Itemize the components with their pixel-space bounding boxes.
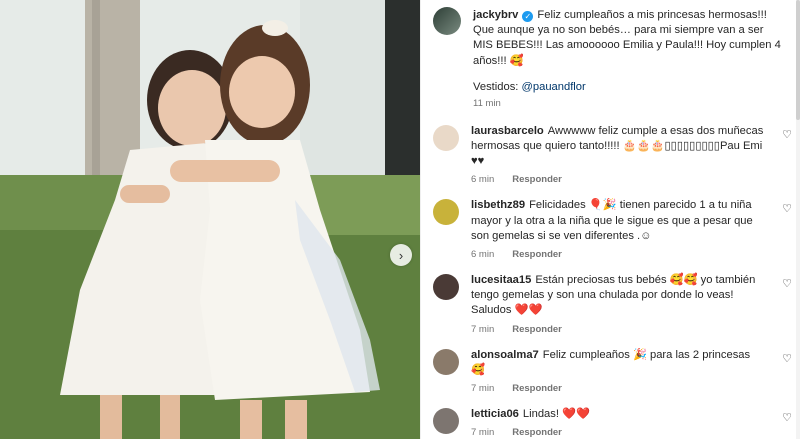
verified-badge-icon: ✓ bbox=[522, 11, 534, 22]
comment-time: 7 min bbox=[471, 383, 495, 395]
post-time: 11 min bbox=[473, 97, 501, 109]
vestidos-label: Vestidos: bbox=[473, 80, 519, 93]
comment-text-block: laurasbarcelo Awwwww feliz cumple a esas … bbox=[471, 124, 764, 170]
comment-time: 6 min bbox=[471, 249, 495, 261]
comment-item: lisbethz89 Felicidades 🎈🎉 tienen parecido… bbox=[421, 198, 800, 260]
comment-meta: 7 min Responder bbox=[471, 383, 764, 394]
comment-meta: 7 min Responder bbox=[471, 324, 764, 335]
reply-button[interactable]: Responder bbox=[512, 324, 562, 335]
instagram-post-view: › jackybrv ✓ Feliz cumpleaños a mis prince… bbox=[0, 0, 800, 439]
comment-text-block: lucesitaa15 Están preciosas tus bebés 🥰🥰 … bbox=[471, 273, 764, 319]
comment-time: 7 min bbox=[471, 427, 495, 439]
comments-scrollbar[interactable] bbox=[796, 0, 800, 439]
reply-button[interactable]: Responder bbox=[512, 427, 562, 438]
comments-panel[interactable]: jackybrv ✓ Feliz cumpleaños a mis princesa… bbox=[420, 0, 800, 439]
vestidos-link[interactable]: @pauandflor bbox=[522, 81, 586, 93]
scrollbar-thumb[interactable] bbox=[796, 0, 800, 120]
commenter-avatar[interactable] bbox=[433, 199, 459, 226]
commenter-username[interactable]: lucesitaa15 bbox=[471, 274, 531, 286]
post-caption-block: jackybrv ✓ Feliz cumpleaños a mis princesa… bbox=[421, 0, 800, 109]
like-heart-icon[interactable]: ♡ bbox=[782, 277, 792, 290]
commenter-username[interactable]: lisbethz89 bbox=[471, 199, 525, 211]
post-photo: › bbox=[0, 0, 420, 439]
commenter-username[interactable]: alonsoalma7 bbox=[471, 349, 539, 361]
like-heart-icon[interactable]: ♡ bbox=[782, 202, 792, 215]
comment-meta: 6 min Responder bbox=[471, 174, 764, 185]
comment-item: alonsoalma7 Feliz cumpleaños 🎉 para las 2… bbox=[421, 348, 800, 394]
commenter-username[interactable]: laurasbarcelo bbox=[471, 125, 544, 137]
comment-item: laurasbarcelo Awwwww feliz cumple a esas … bbox=[421, 124, 800, 185]
comment-text-block: lisbethz89 Felicidades 🎈🎉 tienen parecido… bbox=[471, 198, 764, 244]
caption-text: Feliz cumpleaños a mis princesas hermosa… bbox=[473, 9, 781, 67]
commenter-avatar[interactable] bbox=[433, 408, 459, 435]
comment-meta: 6 min Responder bbox=[471, 249, 764, 260]
comment-time: 7 min bbox=[471, 323, 495, 335]
comment-text-block: letticia06 Lindas! ❤️❤️ bbox=[471, 407, 764, 422]
like-heart-icon[interactable]: ♡ bbox=[782, 411, 792, 424]
commenter-avatar[interactable] bbox=[433, 124, 459, 151]
reply-button[interactable]: Responder bbox=[512, 249, 562, 260]
comment-text: Lindas! ❤️❤️ bbox=[522, 408, 590, 421]
photo-illustration bbox=[0, 0, 420, 439]
next-photo-button[interactable]: › bbox=[390, 244, 412, 266]
comment-item: lucesitaa15 Están preciosas tus bebés 🥰🥰 … bbox=[421, 273, 800, 335]
post-caption: jackybrv ✓ Feliz cumpleaños a mis princesa… bbox=[473, 8, 786, 69]
commenter-avatar[interactable] bbox=[433, 348, 459, 375]
post-meta: 11 min bbox=[473, 98, 786, 109]
like-heart-icon[interactable]: ♡ bbox=[782, 128, 792, 141]
comment-meta: 7 min Responder bbox=[471, 427, 764, 438]
caption-credits: Vestidos: @pauandflor bbox=[473, 81, 786, 93]
comment-text-block: alonsoalma7 Feliz cumpleaños 🎉 para las 2… bbox=[471, 348, 764, 378]
reply-button[interactable]: Responder bbox=[512, 383, 562, 394]
comment-time: 6 min bbox=[471, 174, 495, 186]
commenter-avatar[interactable] bbox=[433, 274, 459, 301]
author-avatar[interactable] bbox=[433, 7, 461, 35]
reply-button[interactable]: Responder bbox=[512, 174, 562, 185]
comment-item: letticia06 Lindas! ❤️❤️ 7 min Responder ♡ bbox=[421, 407, 800, 438]
like-heart-icon[interactable]: ♡ bbox=[782, 352, 792, 365]
commenter-username[interactable]: letticia06 bbox=[471, 408, 519, 420]
chevron-right-icon: › bbox=[398, 247, 404, 263]
author-username[interactable]: jackybrv bbox=[473, 9, 518, 21]
